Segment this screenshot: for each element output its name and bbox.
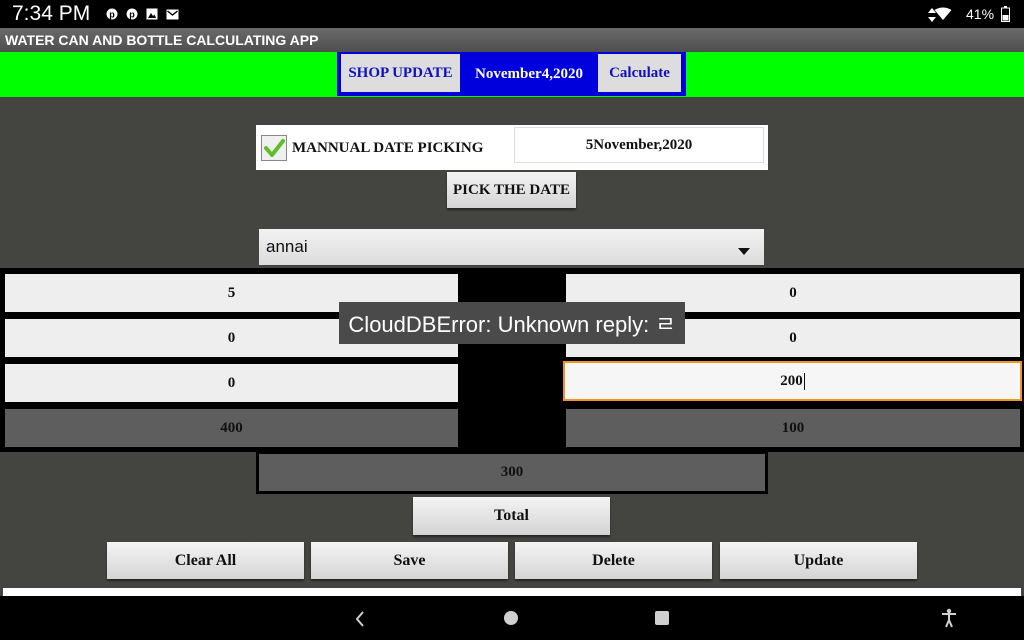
manual-date-label[interactable]: MANNUAL DATE PICKING: [292, 137, 507, 159]
recents-icon[interactable]: [655, 611, 669, 625]
bottom-list-edge: [3, 588, 1021, 596]
svg-text:p: p: [129, 10, 135, 20]
input-grid: 5 0 0 0 0 200 400 100: [0, 268, 1024, 452]
pinterest-icon: p: [125, 8, 139, 20]
text-cursor: [803, 372, 805, 390]
app-title: WATER CAN AND BOTTLE CALCULATING APP: [0, 28, 1024, 52]
home-icon[interactable]: [504, 611, 518, 625]
save-button[interactable]: Save: [311, 542, 508, 579]
header-button-group: SHOP UPDATE November4,2020 Calculate: [337, 52, 686, 96]
svg-text:p: p: [109, 10, 115, 20]
manual-date-panel: MANNUAL DATE PICKING 5November,2020: [256, 125, 768, 170]
left-total-field: 400: [3, 407, 460, 449]
back-icon[interactable]: [352, 610, 368, 628]
chevron-down-icon: [738, 243, 750, 255]
error-toast: CloudDBError: Unknown reply: ㄹ: [339, 302, 685, 344]
update-button[interactable]: Update: [720, 542, 917, 579]
clear-all-button[interactable]: Clear All: [107, 542, 304, 579]
image-icon: [145, 8, 159, 20]
status-bar: 7:34 PM p p 41%: [0, 0, 1024, 28]
mail-icon: [165, 8, 179, 20]
checkmark-icon: [264, 139, 285, 157]
shop-update-button[interactable]: SHOP UPDATE: [341, 54, 460, 92]
calculate-button[interactable]: Calculate: [598, 54, 681, 92]
right-total-field: 100: [564, 407, 1022, 449]
shop-select[interactable]: annai: [259, 229, 764, 265]
picked-date-field: 5November,2020: [514, 127, 764, 163]
shop-select-value: annai: [266, 237, 308, 256]
accessibility-icon[interactable]: [940, 608, 958, 628]
wifi-icon: [934, 7, 952, 21]
status-time: 7:34 PM: [12, 2, 91, 25]
pinterest-icon: p: [105, 8, 119, 20]
battery-icon: [1001, 6, 1010, 22]
right-input-3-value: 200: [780, 372, 803, 389]
battery-percent: 41%: [966, 6, 995, 22]
pick-date-button[interactable]: PICK THE DATE: [447, 172, 576, 208]
total-button[interactable]: Total: [413, 497, 610, 535]
delete-button[interactable]: Delete: [515, 542, 712, 579]
header-date: November4,2020: [475, 65, 583, 82]
manual-date-checkbox[interactable]: [261, 135, 287, 161]
grand-total-field: 300: [256, 451, 768, 494]
navigation-bar: [0, 596, 1024, 640]
right-input-3[interactable]: 200: [563, 361, 1022, 401]
left-input-3[interactable]: 0: [3, 362, 460, 404]
